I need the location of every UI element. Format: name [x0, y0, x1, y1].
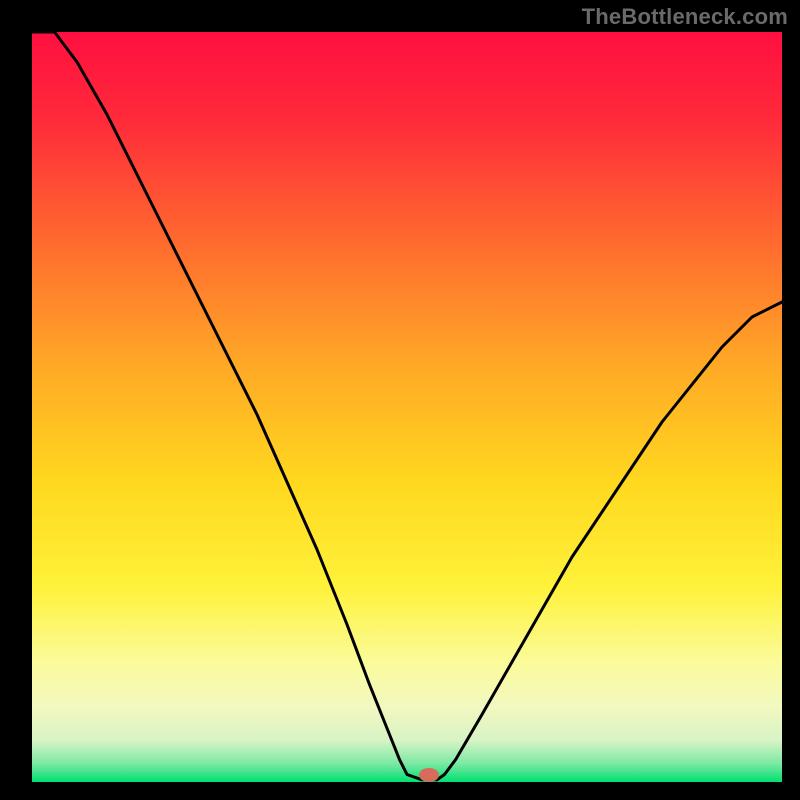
optimum-marker — [419, 768, 439, 782]
bottleneck-plot — [0, 0, 800, 800]
gradient-background — [32, 32, 782, 782]
watermark-label: TheBottleneck.com — [582, 4, 788, 30]
chart-frame: TheBottleneck.com — [0, 0, 800, 800]
plot-area — [32, 32, 782, 782]
